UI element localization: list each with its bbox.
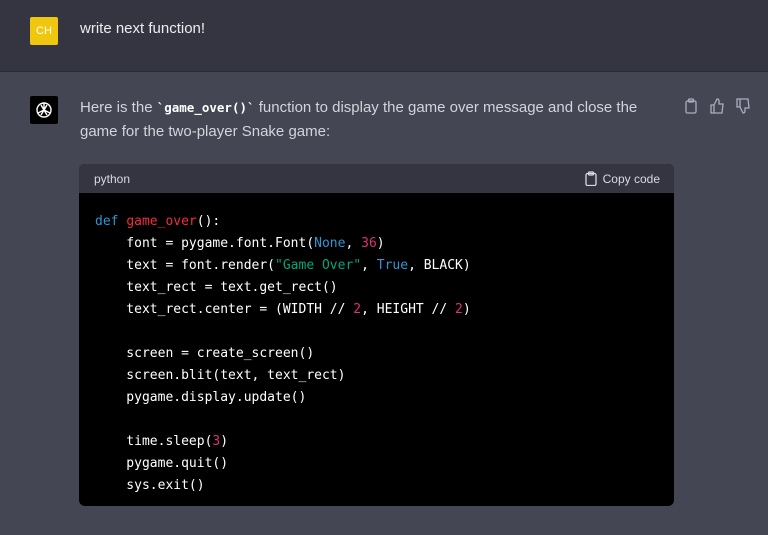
assistant-message-text: Here is the `game_over()` function to di…: [80, 96, 670, 144]
code-line: text_rect.center = (WIDTH // 2, HEIGHT /…: [95, 299, 658, 321]
code-token: "Game Over": [275, 258, 362, 273]
code-token: 2: [455, 302, 463, 317]
thumbs-up-icon[interactable]: [710, 98, 724, 114]
code-line: font = pygame.font.Font(None, 36): [95, 233, 658, 255]
code-token: time.sleep(: [95, 434, 213, 449]
code-block: python Copy code def game_over(): font =…: [79, 164, 674, 506]
code-line: pygame.quit(): [95, 453, 658, 475]
code-token: ,: [361, 258, 377, 273]
code-token: True: [376, 258, 409, 273]
code-token: pygame.display.update(): [95, 390, 307, 405]
code-token: font = pygame.font.Font(: [95, 236, 315, 251]
clipboard-icon: [584, 171, 597, 186]
intro-text: Here is the: [80, 99, 157, 116]
code-line: screen.blit(text, text_rect): [95, 365, 658, 387]
code-token: None: [314, 236, 346, 251]
code-token: ): [376, 236, 385, 251]
copy-code-button[interactable]: Copy code: [584, 171, 660, 186]
assistant-message-row: Here is the `game_over()` function to di…: [0, 72, 768, 535]
code-language: python: [94, 171, 131, 186]
user-avatar: CH: [30, 17, 58, 45]
code-line: sys.exit(): [95, 475, 658, 497]
code-token: , HEIGHT //: [361, 302, 456, 317]
code-token: ): [220, 434, 229, 449]
code-token: 2: [353, 302, 362, 317]
chatgpt-logo-icon: [30, 96, 58, 124]
code-block-header: python Copy code: [79, 164, 674, 193]
user-message-text: write next function!: [80, 20, 206, 37]
code-token: def: [95, 214, 127, 229]
code-token: text_rect.center = (WIDTH //: [95, 302, 354, 317]
code-token: ():: [196, 214, 221, 229]
code-content: def game_over(): font = pygame.font.Font…: [79, 193, 674, 506]
code-line: time.sleep(3): [95, 431, 658, 453]
code-token: 36: [361, 236, 377, 251]
code-token: ,: [345, 236, 362, 251]
code-line: text = font.render("Game Over", True, BL…: [95, 255, 658, 277]
code-token: game_over: [126, 214, 197, 229]
code-line: def game_over():: [95, 211, 658, 233]
code-token: text_rect = text.get_rect(): [95, 280, 338, 295]
thumbs-down-icon[interactable]: [736, 98, 750, 114]
copy-code-label: Copy code: [602, 171, 660, 186]
inline-code: `game_over()`: [156, 100, 255, 115]
code-token: screen = create_screen(): [95, 346, 315, 361]
code-token: screen.blit(text, text_rect): [95, 368, 346, 383]
code-token: ): [462, 302, 471, 317]
message-actions: [684, 98, 750, 114]
code-token: pygame.quit(): [95, 456, 229, 471]
code-line: text_rect = text.get_rect(): [95, 277, 658, 299]
code-token: , BLACK): [408, 258, 471, 273]
code-line: screen = create_screen(): [95, 343, 658, 365]
code-token: sys.exit(): [95, 478, 205, 493]
user-message-row: CH write next function!: [0, 0, 768, 72]
copy-icon[interactable]: [684, 98, 698, 114]
code-line: pygame.display.update(): [95, 387, 658, 409]
code-token: text = font.render(: [95, 258, 276, 273]
